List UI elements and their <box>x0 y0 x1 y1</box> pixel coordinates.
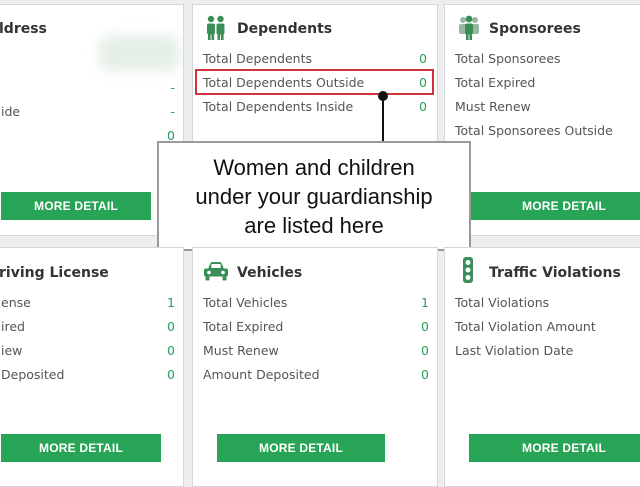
driving-license-card: riving License ense 1 ired 0 iew 0 Depos… <box>0 247 184 487</box>
vehicles-card: Vehicles Total Vehicles 1 Total Expired … <box>192 247 438 487</box>
license-row-4-value: 0 <box>167 367 175 382</box>
vehicles-row-deposited-label: Amount Deposited <box>203 367 320 382</box>
traffic-row-amount-label: Total Violation Amount <box>455 319 596 334</box>
address-row-1-value: - <box>170 80 175 95</box>
sponsorees-row-total-label: Total Sponsorees <box>455 51 561 66</box>
family-icon <box>205 15 227 45</box>
traffic-light-icon <box>461 257 475 289</box>
vehicles-row-expired-value: 0 <box>421 319 429 334</box>
traffic-violations-card-title: Traffic Violations <box>489 265 621 281</box>
sponsorees-card-title: Sponsorees <box>489 21 581 37</box>
vehicles-row-renew-value: 0 <box>421 343 429 358</box>
blurred-area <box>99 35 179 71</box>
dependents-row-inside-label: Total Dependents Inside <box>203 99 354 114</box>
vehicles-row-total-label: Total Vehicles <box>203 295 288 310</box>
vehicles-row-expired-label: Total Expired <box>203 319 284 334</box>
pointer-line <box>382 96 384 142</box>
sponsorees-row-expired-label: Total Expired <box>455 75 536 90</box>
license-row-2-value: 0 <box>167 319 175 334</box>
callout-line-3: are listed here <box>244 212 384 238</box>
license-row-1-label: ense <box>1 295 31 310</box>
license-row-2-label: ired <box>1 319 25 334</box>
driving-license-card-title: riving License <box>0 265 109 281</box>
dependents-row-inside-value: 0 <box>419 99 427 114</box>
dependents-card-title: Dependents <box>237 21 333 37</box>
vehicles-card-title: Vehicles <box>237 265 303 281</box>
people-icon <box>457 15 481 45</box>
address-row-2-label: ide <box>1 104 21 119</box>
vehicles-more-detail-button[interactable]: MORE DETAIL <box>217 434 385 462</box>
dependents-row-total-label: Total Dependents <box>203 51 312 66</box>
traffic-row-total-label: Total Violations <box>455 295 550 310</box>
callout-line-2: under your guardianship <box>195 183 433 209</box>
vehicles-row-deposited-value: 0 <box>421 367 429 382</box>
highlight-box <box>195 69 434 95</box>
license-row-3-value: 0 <box>167 343 175 358</box>
sponsorees-card: Sponsorees Total Sponsorees Total Expire… <box>444 4 640 236</box>
callout-text: Women and children under your guardiansh… <box>195 153 432 240</box>
vehicles-row-total-value: 1 <box>421 295 429 310</box>
license-row-4-label: Deposited <box>1 367 65 382</box>
address-row-2-value: - <box>170 104 175 119</box>
traffic-violations-card: Traffic Violations Total Violations Tota… <box>444 247 640 487</box>
license-more-detail-button[interactable]: MORE DETAIL <box>1 434 161 462</box>
license-row-3-label: iew <box>1 343 23 358</box>
callout-box: Women and children under your guardiansh… <box>157 141 471 251</box>
address-more-detail-button[interactable]: MORE DETAIL <box>1 192 151 220</box>
sponsorees-more-detail-button[interactable]: MORE DETAIL <box>469 192 640 220</box>
license-row-1-value: 1 <box>167 295 175 310</box>
sponsorees-row-renew-label: Must Renew <box>455 99 531 114</box>
vehicles-row-renew-label: Must Renew <box>203 343 279 358</box>
dependents-row-total-value: 0 <box>419 51 427 66</box>
address-card-title: ldress <box>0 21 47 37</box>
traffic-more-detail-button[interactable]: MORE DETAIL <box>469 434 640 462</box>
traffic-row-date-label: Last Violation Date <box>455 343 574 358</box>
callout-line-1: Women and children <box>213 154 415 180</box>
sponsorees-row-outside-label: Total Sponsorees Outside <box>455 123 613 138</box>
car-icon <box>203 260 229 286</box>
